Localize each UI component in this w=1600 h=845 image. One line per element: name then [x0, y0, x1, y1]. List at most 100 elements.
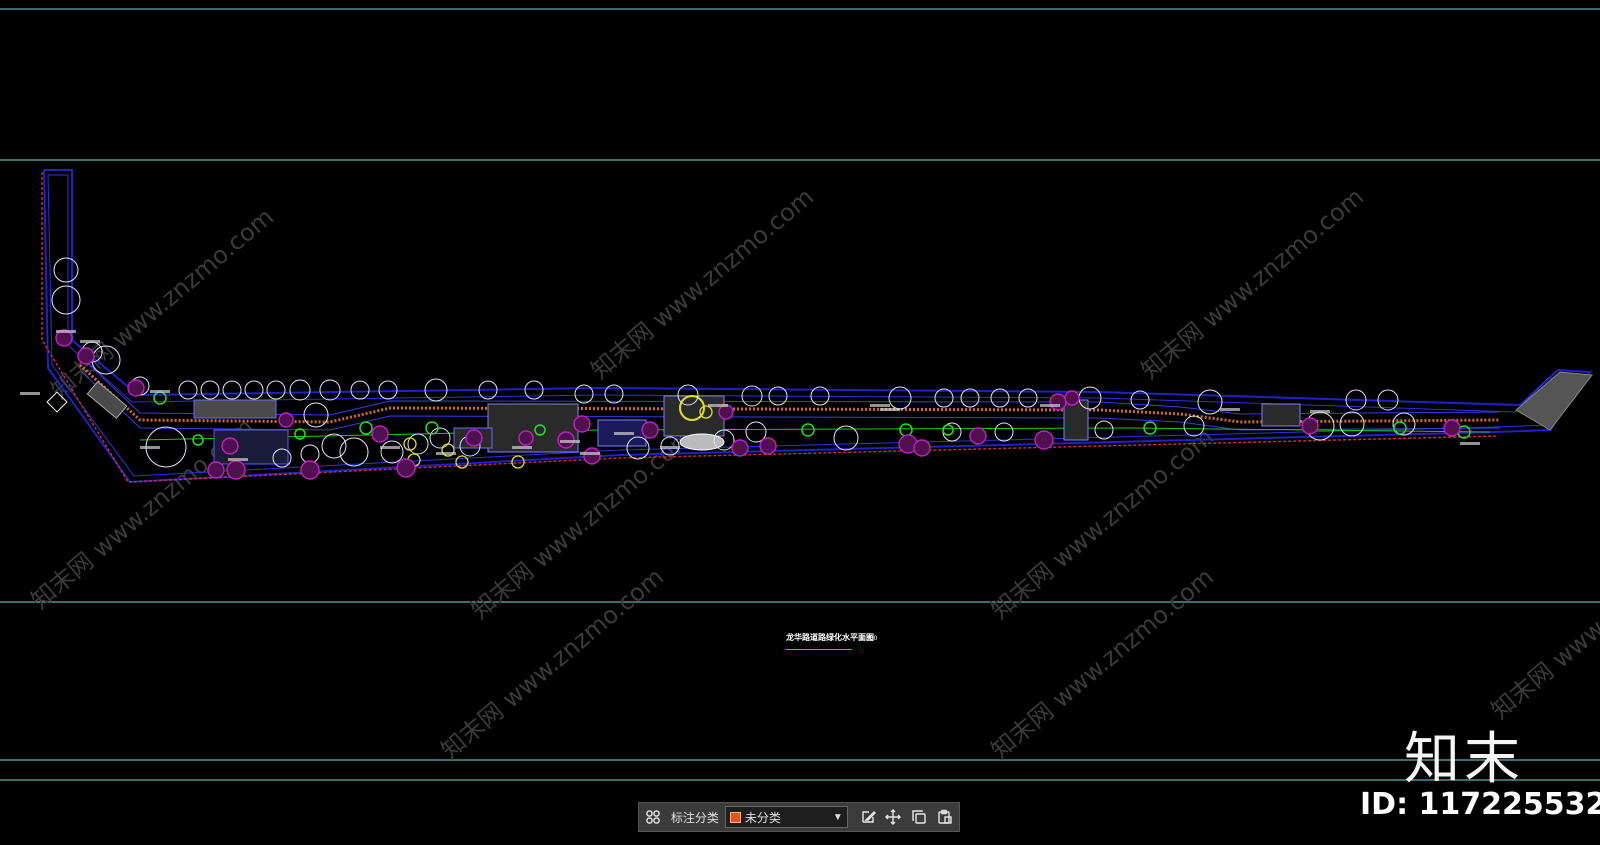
tree-symbol	[407, 433, 429, 455]
plaza-5	[1261, 403, 1301, 427]
plaza-4	[1063, 399, 1089, 441]
shrub-magenta-symbol	[718, 404, 734, 420]
plant-label-mark	[614, 432, 634, 435]
shrub-magenta-symbol	[641, 421, 659, 439]
tree-symbol	[321, 433, 347, 459]
tree-symbol	[178, 380, 198, 400]
tree-symbol	[289, 379, 311, 401]
tree-symbol	[244, 380, 264, 400]
category-select[interactable]: 未分类 ▼	[724, 806, 848, 828]
watermark-layer: 知末网 www.znzmo.com 知末网 www.znzmo.com 知末网 ww…	[26, 183, 1600, 765]
shrub-magenta-symbol	[759, 437, 777, 455]
id-label: ID: 1172255329	[1360, 787, 1600, 822]
shrub-magenta-symbol	[226, 460, 246, 480]
shrub-magenta-symbol	[969, 427, 987, 445]
paste-icon[interactable]	[935, 807, 955, 827]
shrub-magenta-symbol	[127, 379, 145, 397]
brand-logo: 知末	[1404, 727, 1524, 792]
tree-symbol	[380, 440, 404, 464]
shrub-magenta-symbol	[1443, 419, 1461, 437]
tree-symbol	[350, 380, 370, 400]
shrub-yellow-symbol	[403, 437, 417, 451]
shrub-magenta-symbol	[371, 425, 389, 443]
plant-label-mark	[580, 452, 600, 455]
copy-icon[interactable]	[909, 807, 929, 827]
shrub-magenta-symbol	[396, 458, 416, 478]
watermark-text: 知末网 www.znzmo.com	[586, 183, 819, 385]
tree-symbol	[53, 257, 79, 283]
shrub-magenta-symbol	[221, 437, 239, 455]
shrub-magenta-symbol	[1049, 393, 1067, 411]
shrub-magenta-symbol	[573, 415, 591, 433]
plant-label-mark	[1220, 408, 1240, 411]
shrub-green-symbol	[192, 434, 204, 446]
tree-symbol	[319, 379, 341, 401]
shrub-magenta-symbol	[1301, 417, 1319, 435]
plant-label-mark	[880, 408, 900, 411]
title-underline	[786, 649, 852, 650]
watermark-text: 知末网 www.znzmo.com	[46, 203, 279, 405]
plant-label-mark	[1310, 410, 1330, 413]
category-color-swatch	[729, 811, 741, 823]
shrub-green-symbol	[294, 428, 306, 440]
plant-label-mark	[560, 440, 580, 443]
plaza-1	[193, 399, 277, 419]
cad-canvas[interactable]: 知末网 www.znzmo.com 知末网 www.znzmo.com 知末网 ww…	[0, 0, 1600, 845]
tree-symbol	[300, 444, 320, 464]
shrub-green-symbol	[899, 423, 913, 437]
watermark-text: 知末网 www.znzmo.com	[436, 563, 669, 765]
shrub-magenta-symbol	[518, 430, 534, 446]
shrub-magenta-symbol	[278, 412, 294, 428]
tree-symbol	[51, 285, 81, 315]
plaza-3	[663, 395, 725, 437]
shrub-magenta-symbol	[207, 461, 225, 479]
plant-label-mark	[436, 452, 456, 455]
grid-icon[interactable]	[643, 807, 663, 827]
tree-symbol	[994, 422, 1014, 442]
shrub-green-symbol	[359, 421, 373, 435]
tree-symbol	[429, 427, 451, 449]
site-plan	[41, 169, 1593, 484]
shrub-magenta-symbol	[77, 347, 95, 365]
plant-label-mark	[228, 458, 248, 461]
shrub-magenta-symbol	[1034, 430, 1054, 450]
plant-label-mark	[708, 404, 728, 407]
plant-label-mark	[1040, 404, 1060, 407]
shrub-green-symbol	[1393, 421, 1407, 435]
end-hatch	[1515, 371, 1593, 431]
shrub-yellow-symbol	[511, 455, 525, 469]
shrub-yellow-symbol	[455, 455, 469, 469]
move-icon[interactable]	[884, 807, 904, 827]
plant-label-mark	[512, 446, 532, 449]
shrub-magenta-symbol	[1064, 390, 1080, 406]
tree-symbol	[833, 425, 859, 451]
watermark-text: 知末网 www.znzmo.com	[1486, 523, 1600, 725]
tree-symbol	[378, 380, 398, 400]
tree-symbol	[1094, 420, 1114, 440]
shrub-magenta-symbol	[731, 439, 749, 457]
shrub-green-symbol	[801, 423, 815, 437]
tree-symbol	[200, 380, 220, 400]
plant-label-mark	[870, 404, 890, 407]
category-label: 标注分类	[670, 810, 719, 825]
chevron-down-icon: ▼	[832, 811, 843, 823]
plant-label-mark	[1460, 442, 1480, 445]
shrub-magenta-symbol	[465, 429, 483, 447]
drawing-scale: 1:300	[860, 635, 878, 642]
tree-symbol	[266, 380, 286, 400]
plant-label-mark	[380, 446, 400, 449]
edit-icon[interactable]	[858, 807, 878, 827]
category-value: 未分类	[744, 810, 781, 825]
annotation-toolbar: 标注分类 未分类 ▼	[638, 802, 960, 832]
tree-symbol	[222, 380, 242, 400]
shrub-magenta-symbol	[583, 447, 601, 465]
watermark-text: 知末网 www.znzmo.com	[1136, 183, 1369, 385]
entrance-hatch	[86, 380, 128, 420]
shrub-green-symbol	[942, 424, 954, 436]
plant-label-mark	[150, 390, 170, 393]
plant-label-mark	[660, 446, 680, 449]
shrub-magenta-symbol	[913, 439, 931, 457]
shrub-magenta-symbol	[300, 460, 320, 480]
tree-symbol	[1339, 411, 1365, 437]
plant-label-mark	[140, 446, 160, 449]
